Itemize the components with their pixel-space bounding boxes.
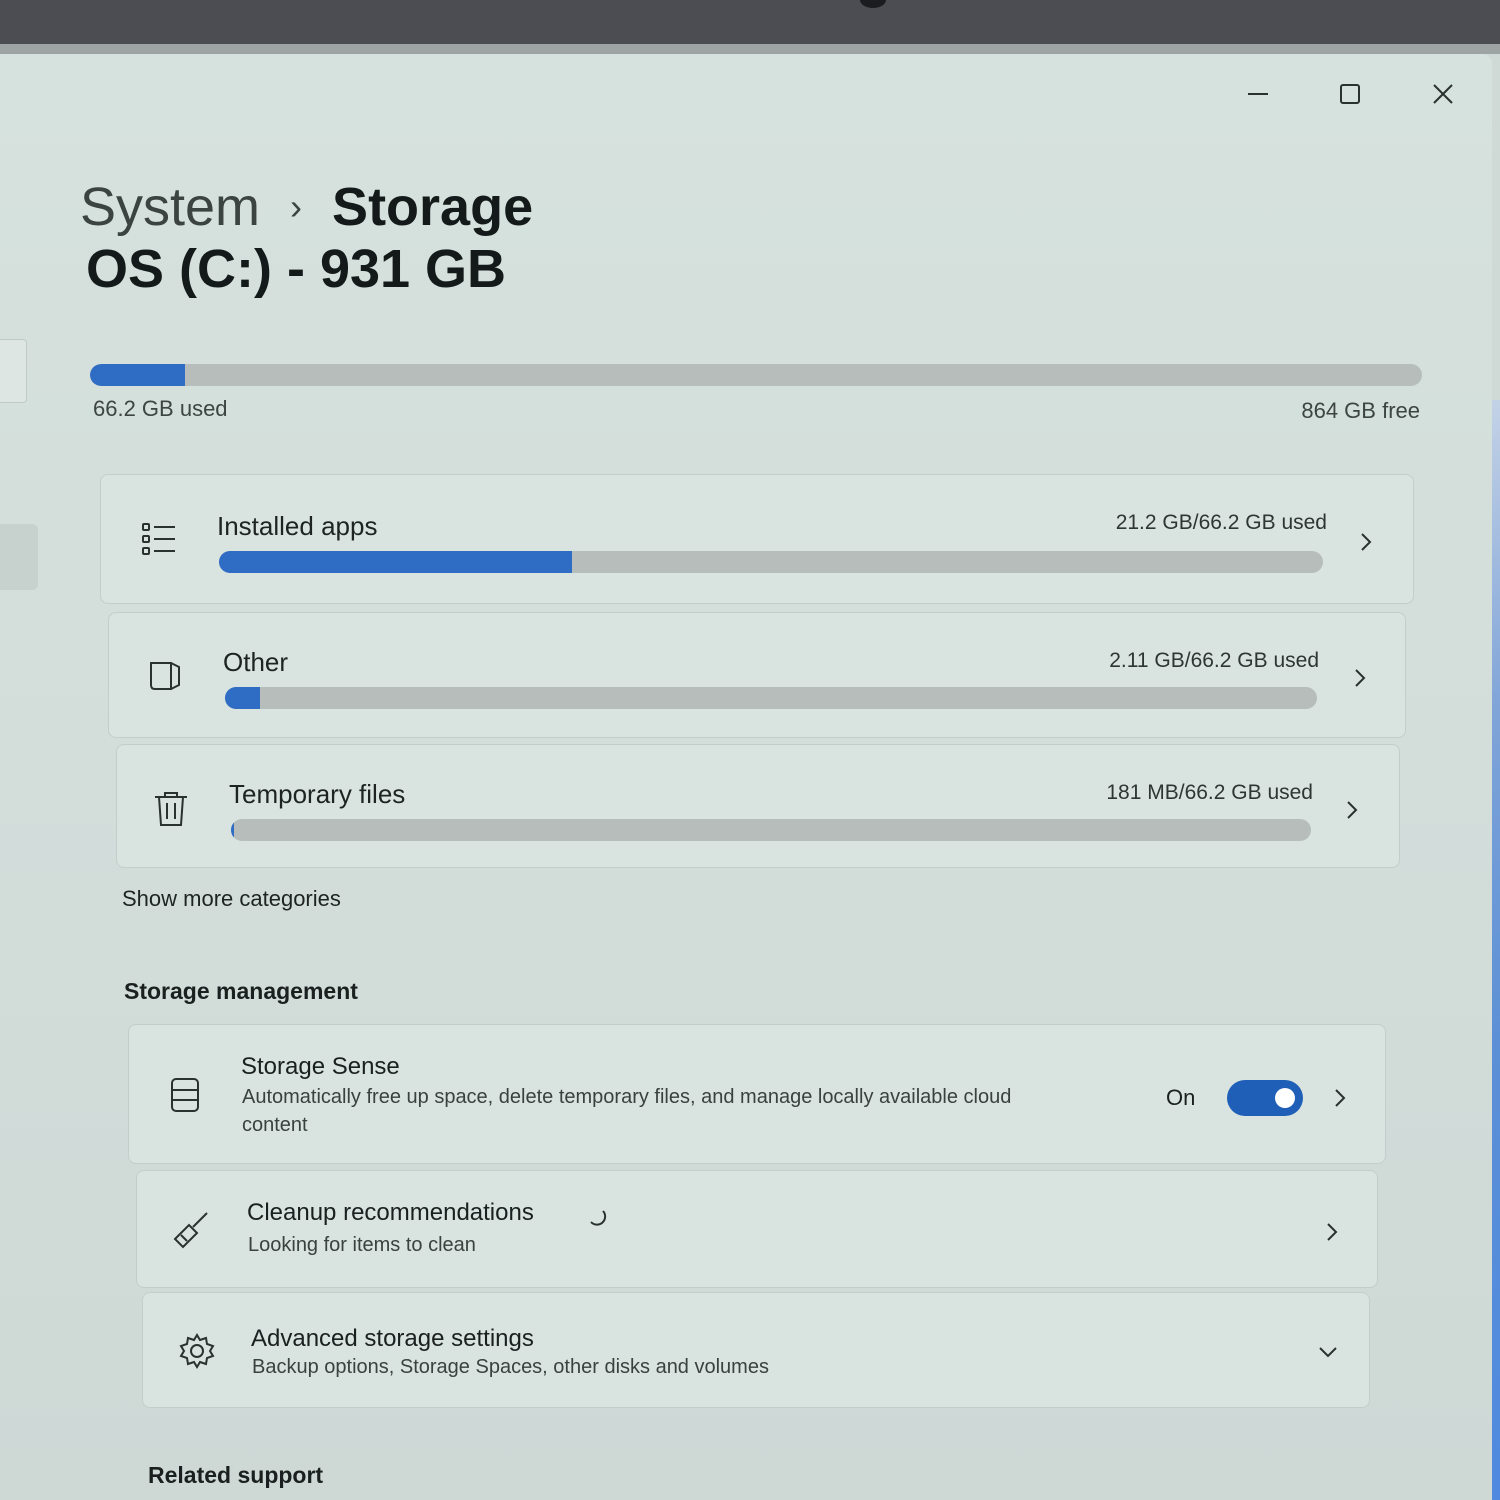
cleanup-desc: Looking for items to clean (248, 1234, 476, 1256)
chevron-right-icon (1327, 1085, 1353, 1111)
breadcrumb: System › Storage (80, 176, 533, 238)
storage-drive-icon (163, 1073, 207, 1117)
category-label: Temporary files (229, 779, 406, 809)
maximize-icon (1340, 84, 1360, 104)
storage-sense-desc-cont: content (242, 1114, 308, 1136)
category-amount: 21.2 GB/66.2 GB used (1115, 511, 1327, 534)
close-button[interactable] (1413, 74, 1473, 114)
cleanup-title: Cleanup recommendations (247, 1199, 534, 1226)
cleanup-recommendations-row[interactable]: Cleanup recommendations Looking for item… (136, 1170, 1378, 1288)
loading-spinner-icon (590, 1210, 607, 1226)
bezel-edge (0, 44, 1500, 54)
category-usage-fill (225, 687, 260, 709)
category-other[interactable]: Other 2.11 GB/66.2 GB used (108, 612, 1406, 738)
monitor-bezel (0, 0, 1500, 46)
list-icon (137, 517, 181, 561)
show-more-categories-link[interactable]: Show more categories (122, 886, 341, 912)
chevron-right-icon (1353, 529, 1379, 555)
category-usage-fill (219, 551, 573, 573)
category-amount: 181 MB/66.2 GB used (1106, 781, 1313, 804)
drive-usage-bar (90, 364, 1422, 386)
close-icon (1433, 84, 1453, 104)
category-usage-bar (219, 551, 1323, 573)
category-usage-fill (231, 819, 234, 841)
advanced-title: Advanced storage settings (251, 1325, 534, 1352)
category-label: Installed apps (217, 511, 378, 541)
gear-icon (175, 1329, 219, 1373)
document-icon (143, 653, 187, 697)
drive-free-label: 864 GB free (1301, 398, 1420, 423)
trash-icon (149, 787, 193, 831)
drive-title: OS (C:) - 931 GB (86, 239, 507, 299)
category-amount: 2.11 GB/66.2 GB used (1109, 649, 1319, 672)
nav-pane-edge[interactable] (0, 339, 27, 403)
storage-sense-title: Storage Sense (241, 1053, 400, 1080)
storage-sense-state: On (1166, 1085, 1196, 1110)
category-usage-bar (231, 819, 1311, 841)
chevron-right-icon (1339, 797, 1365, 823)
breadcrumb-parent-system[interactable]: System (80, 176, 260, 238)
category-label: Other (223, 647, 289, 677)
breadcrumb-separator: › (290, 186, 303, 227)
storage-sense-toggle[interactable] (1227, 1080, 1303, 1116)
minimize-icon (1248, 93, 1268, 95)
chevron-right-icon (1319, 1219, 1345, 1245)
category-installed-apps[interactable]: Installed apps 21.2 GB/66.2 GB used (100, 474, 1414, 604)
category-usage-bar (225, 687, 1317, 709)
drive-used-label: 66.2 GB used (93, 396, 228, 421)
nav-item-selected[interactable] (0, 524, 38, 590)
storage-sense-row[interactable]: Storage Sense Automatically free up spac… (128, 1024, 1386, 1164)
advanced-storage-settings-row[interactable]: Advanced storage settings Backup options… (142, 1292, 1370, 1408)
minimize-button[interactable] (1228, 74, 1288, 114)
drive-usage-fill (90, 364, 185, 386)
category-temporary-files[interactable]: Temporary files 181 MB/66.2 GB used (116, 744, 1400, 868)
toggle-knob (1275, 1088, 1295, 1108)
related-support-heading: Related support (148, 1462, 324, 1488)
chevron-down-icon (1315, 1339, 1341, 1365)
chevron-right-icon (1347, 665, 1373, 691)
storage-sense-desc: Automatically free up space, delete temp… (242, 1086, 1012, 1108)
page-title: Storage (332, 177, 534, 237)
advanced-desc: Backup options, Storage Spaces, other di… (252, 1356, 769, 1378)
maximize-button[interactable] (1320, 74, 1380, 114)
storage-management-heading: Storage management (124, 978, 358, 1004)
broom-icon (169, 1207, 213, 1251)
